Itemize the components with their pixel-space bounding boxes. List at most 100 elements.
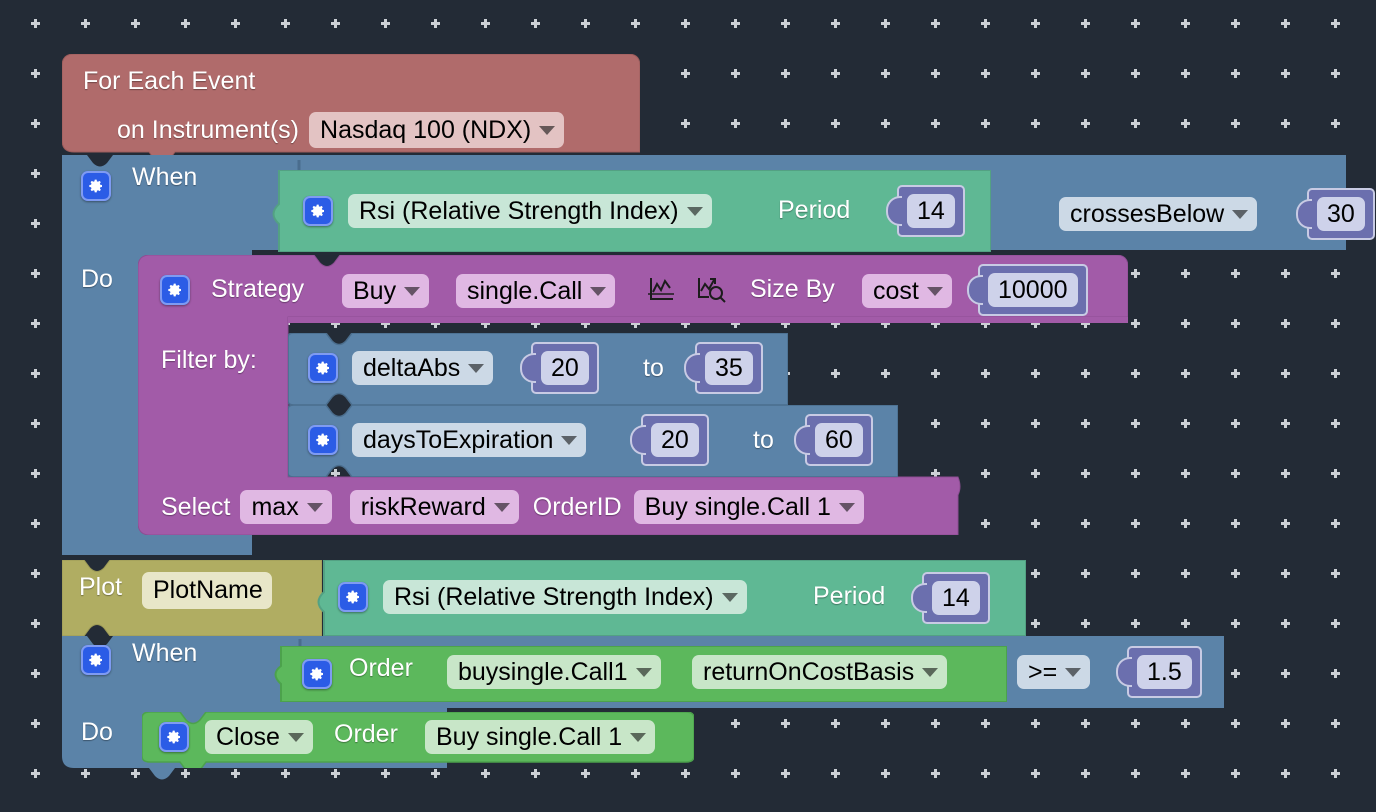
grid-cross-marker (831, 19, 840, 28)
block-filter-daystoexpiration[interactable]: daysToExpiration 20 to 60 (288, 405, 898, 477)
grid-cross-marker (1231, 269, 1240, 278)
grid-cross-marker (931, 69, 940, 78)
chevron-down-icon (1065, 667, 1082, 677)
grid-cross-marker (31, 619, 40, 628)
grid-cross-marker (1231, 569, 1240, 578)
grid-cross-marker (1331, 769, 1340, 778)
threshold-value[interactable]: 30 (1317, 197, 1365, 231)
block-order-condition[interactable]: Order buysingle.Call1 returnOnCostBasis (267, 646, 1007, 702)
select-agg-dropdown[interactable]: max (240, 490, 332, 524)
chevron-down-icon (838, 502, 855, 512)
gear-icon[interactable] (160, 275, 190, 305)
block-close-order[interactable]: Close Order Buy single.Call 1 (142, 712, 694, 768)
grid-cross-marker (1231, 469, 1240, 478)
chevron-down-icon (721, 592, 738, 602)
block-plot-indicator[interactable]: Rsi (Relative Strength Index) Period 14 (310, 560, 1026, 636)
gear-icon[interactable] (308, 353, 338, 383)
gear-icon[interactable] (81, 171, 111, 201)
block-when-order[interactable]: When Order buysingle.Call1 returnOnCostB… (62, 636, 1224, 708)
filter-max-block[interactable]: 35 (695, 342, 763, 394)
block-strategy[interactable]: Strategy Buy single.Call Size By cost 10… (138, 255, 1128, 535)
grid-cross-marker (31, 469, 40, 478)
grid-cross-marker (1031, 19, 1040, 28)
grid-cross-marker (281, 19, 290, 28)
grid-cross-marker (731, 719, 740, 728)
grid-cross-marker (31, 419, 40, 428)
grid-cross-marker (1331, 319, 1340, 328)
grid-cross-marker (1281, 319, 1290, 328)
close-order-dropdown[interactable]: Buy single.Call 1 (425, 720, 656, 754)
select-metric-value: riskReward (360, 492, 486, 521)
size-amount-block[interactable]: 10000 (978, 264, 1088, 316)
grid-cross-marker (1181, 569, 1190, 578)
grid-cross-marker (481, 769, 490, 778)
order-label: Order (349, 654, 413, 682)
chevron-down-icon (922, 667, 939, 677)
order-dropdown[interactable]: buysingle.Call1 (447, 655, 661, 689)
comparator-dropdown[interactable]: >= (1017, 655, 1091, 689)
grid-cross-marker (931, 769, 940, 778)
close-action-dropdown[interactable]: Close (205, 720, 313, 754)
block-filter-deltaabs[interactable]: deltaAbs 20 to 35 (288, 333, 788, 405)
period-value[interactable]: 14 (907, 194, 955, 228)
grid-cross-marker (31, 319, 40, 328)
comparator-threshold-value[interactable]: 1.5 (1137, 655, 1192, 689)
chart-line-icon[interactable] (646, 275, 676, 303)
filter-min-value[interactable]: 20 (651, 423, 699, 457)
grid-cross-marker (781, 69, 790, 78)
grid-cross-marker (1181, 269, 1190, 278)
grid-cross-marker (1281, 569, 1290, 578)
period-value-block[interactable]: 14 (922, 572, 990, 624)
filter-max-value[interactable]: 35 (705, 351, 753, 385)
size-by-dropdown[interactable]: cost (862, 274, 952, 308)
grid-cross-marker (631, 19, 640, 28)
filter-field-dropdown[interactable]: deltaAbs (352, 351, 494, 385)
filter-max-value[interactable]: 60 (815, 423, 863, 457)
chart-search-icon[interactable] (696, 275, 726, 303)
filter-field-dropdown[interactable]: daysToExpiration (352, 423, 587, 457)
gear-icon[interactable] (308, 425, 338, 455)
period-value[interactable]: 14 (932, 581, 980, 615)
indicator-dropdown[interactable]: Rsi (Relative Strength Index) (348, 194, 712, 228)
orderid-dropdown[interactable]: Buy single.Call 1 (633, 490, 864, 524)
size-amount-value[interactable]: 10000 (988, 273, 1078, 307)
chevron-down-icon (630, 732, 647, 742)
block-plot[interactable]: Plot PlotName (62, 560, 322, 636)
order-metric-dropdown[interactable]: returnOnCostBasis (692, 655, 948, 689)
chevron-down-icon (926, 286, 943, 296)
blockly-canvas[interactable]: For Each Event on Instrument(s) Nasdaq 1… (0, 0, 1376, 812)
grid-cross-marker (531, 19, 540, 28)
filter-max-block[interactable]: 60 (805, 414, 873, 466)
filter-by-label: Filter by: (161, 346, 257, 374)
select-metric-dropdown[interactable]: riskReward (349, 490, 519, 524)
threshold-value-block[interactable]: 30 (1307, 188, 1375, 240)
period-value-block[interactable]: 14 (897, 185, 965, 237)
strategy-instrument-dropdown[interactable]: single.Call (456, 274, 616, 308)
filter-min-block[interactable]: 20 (641, 414, 709, 466)
gear-icon[interactable] (338, 582, 368, 612)
comparator-threshold-block[interactable]: 1.5 (1127, 646, 1202, 698)
grid-cross-marker (1231, 769, 1240, 778)
grid-cross-marker (1231, 319, 1240, 328)
gear-icon[interactable] (302, 659, 332, 689)
grid-cross-marker (1031, 769, 1040, 778)
gear-icon[interactable] (303, 196, 333, 226)
filter-min-block[interactable]: 20 (531, 342, 599, 394)
operator-dropdown[interactable]: crossesBelow (1059, 197, 1258, 231)
block-when-rsi[interactable]: When Rsi (Relative Strength Index) Perio… (62, 155, 1375, 252)
strategy-action-dropdown[interactable]: Buy (342, 274, 430, 308)
gear-icon[interactable] (159, 722, 189, 752)
grid-cross-marker (1281, 769, 1290, 778)
grid-cross-marker (781, 719, 790, 728)
gear-icon[interactable] (81, 645, 111, 675)
block-for-each-event[interactable]: For Each Event on Instrument(s) Nasdaq 1… (62, 54, 640, 164)
plot-name-input[interactable]: PlotName (142, 572, 272, 609)
filter-min-value[interactable]: 20 (541, 351, 589, 385)
block-rsi-indicator[interactable]: Rsi (Relative Strength Index) Period 14 (265, 170, 991, 252)
instrument-dropdown[interactable]: Nasdaq 100 (NDX) (309, 112, 565, 148)
grid-cross-marker (831, 119, 840, 128)
grid-cross-marker (1181, 619, 1190, 628)
instrument-value: Nasdaq 100 (NDX) (320, 115, 532, 144)
grid-cross-marker (1281, 519, 1290, 528)
indicator-dropdown[interactable]: Rsi (Relative Strength Index) (383, 580, 747, 614)
